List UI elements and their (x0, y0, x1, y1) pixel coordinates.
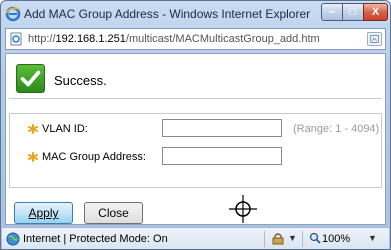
zoom-level[interactable]: 100% (322, 233, 350, 245)
chevron-down-icon[interactable]: ▼ (368, 233, 377, 243)
form-panel: VLAN ID: (Range: 1 - 4094) MAC Group Add… (9, 113, 382, 188)
security-zone-text[interactable]: Internet | Protected Mode: On (23, 233, 168, 245)
vlan-id-label: VLAN ID: (42, 123, 88, 135)
mac-address-input[interactable] (162, 147, 282, 165)
vlan-id-input[interactable] (162, 119, 282, 137)
title-bar[interactable]: Add MAC Group Address - Windows Internet… (1, 1, 390, 27)
page-content: Success. VLAN ID: (Range: 1 - 4094) MAC … (5, 53, 386, 225)
success-text: Success. (54, 73, 107, 88)
vlan-range-hint: (Range: 1 - 4094) (293, 123, 380, 135)
close-icon: X (371, 6, 380, 18)
window-title: Add MAC Group Address - Windows Internet… (24, 7, 311, 21)
minimize-button[interactable]: – (321, 3, 343, 21)
url-prefix: http:// (28, 33, 56, 45)
feed-icon[interactable] (367, 32, 382, 46)
status-divider (264, 231, 265, 247)
crosshair-icon (229, 195, 257, 223)
close-window-button[interactable]: X (363, 3, 388, 21)
status-divider (302, 231, 303, 247)
minimize-icon: – (328, 6, 336, 18)
ie-logo-icon (5, 6, 21, 22)
globe-icon (6, 232, 20, 246)
asterisk-icon (28, 124, 38, 134)
magnifier-icon[interactable] (309, 232, 321, 245)
page-icon (10, 32, 22, 46)
status-bar: Internet | Protected Mode: On ▼ 100% ▼ (2, 227, 389, 249)
browser-window: Add MAC Group Address - Windows Internet… (0, 0, 391, 250)
close-button[interactable]: Close (84, 202, 143, 224)
url-path: /multicast/MACMulticastGroup_add.htm (125, 33, 320, 45)
checkmark-icon (16, 64, 45, 93)
apply-button[interactable]: Apply (14, 202, 73, 224)
asterisk-icon (28, 152, 38, 162)
lock-icon[interactable] (272, 232, 284, 245)
address-bar[interactable]: http://192.168.1.251/multicast/MACMultic… (5, 28, 386, 50)
url-host: 192.168.1.251 (55, 33, 126, 45)
maximize-icon: □ (349, 6, 357, 18)
maximize-button[interactable]: □ (342, 3, 364, 21)
address-url[interactable]: http://192.168.1.251/multicast/MACMultic… (28, 33, 320, 45)
mac-address-label: MAC Group Address: (42, 151, 146, 163)
success-message: Success. (9, 61, 382, 99)
chevron-down-icon[interactable]: ▼ (288, 233, 297, 243)
